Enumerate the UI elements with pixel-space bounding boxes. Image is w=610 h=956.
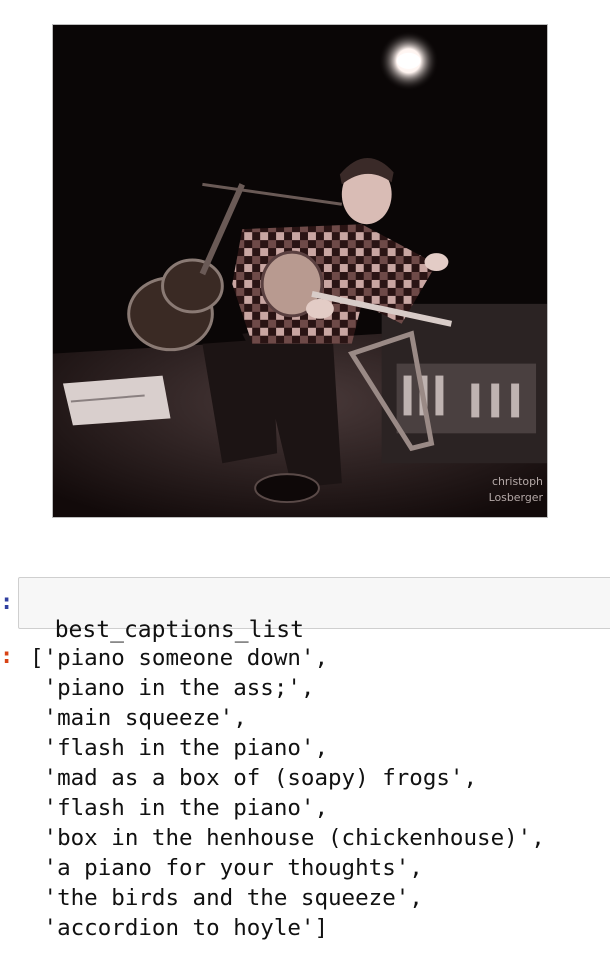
photo-watermark-line1: christoph xyxy=(492,475,543,488)
photo-watermark-line2: Losberger xyxy=(489,491,544,504)
code-input-cell[interactable]: best_captions_list xyxy=(18,577,610,643)
output-line: 'a piano for your thoughts', xyxy=(30,855,423,881)
output-line: 'the birds and the squeeze', xyxy=(30,885,423,911)
output-line: 'flash in the piano', xyxy=(30,795,329,821)
output-line: 'box in the henhouse (chickenhouse)', xyxy=(30,825,545,851)
output-image: christoph Losberger xyxy=(52,24,548,518)
output-line: ['piano someone down', xyxy=(30,645,329,671)
performer-photo: christoph Losberger xyxy=(53,25,547,517)
input-prompt-marker: : xyxy=(0,590,14,615)
code-text[interactable]: best_captions_list xyxy=(55,617,304,643)
output-line: 'flash in the piano', xyxy=(30,735,329,761)
output-prompt-marker: : xyxy=(0,644,14,669)
output-area: ['piano someone down', 'piano in the ass… xyxy=(30,643,545,943)
output-line: 'mad as a box of (soapy) frogs', xyxy=(30,765,478,791)
output-line: 'accordion to hoyle'] xyxy=(30,915,329,941)
output-line: 'piano in the ass;', xyxy=(30,675,315,701)
output-line: 'main squeeze', xyxy=(30,705,247,731)
